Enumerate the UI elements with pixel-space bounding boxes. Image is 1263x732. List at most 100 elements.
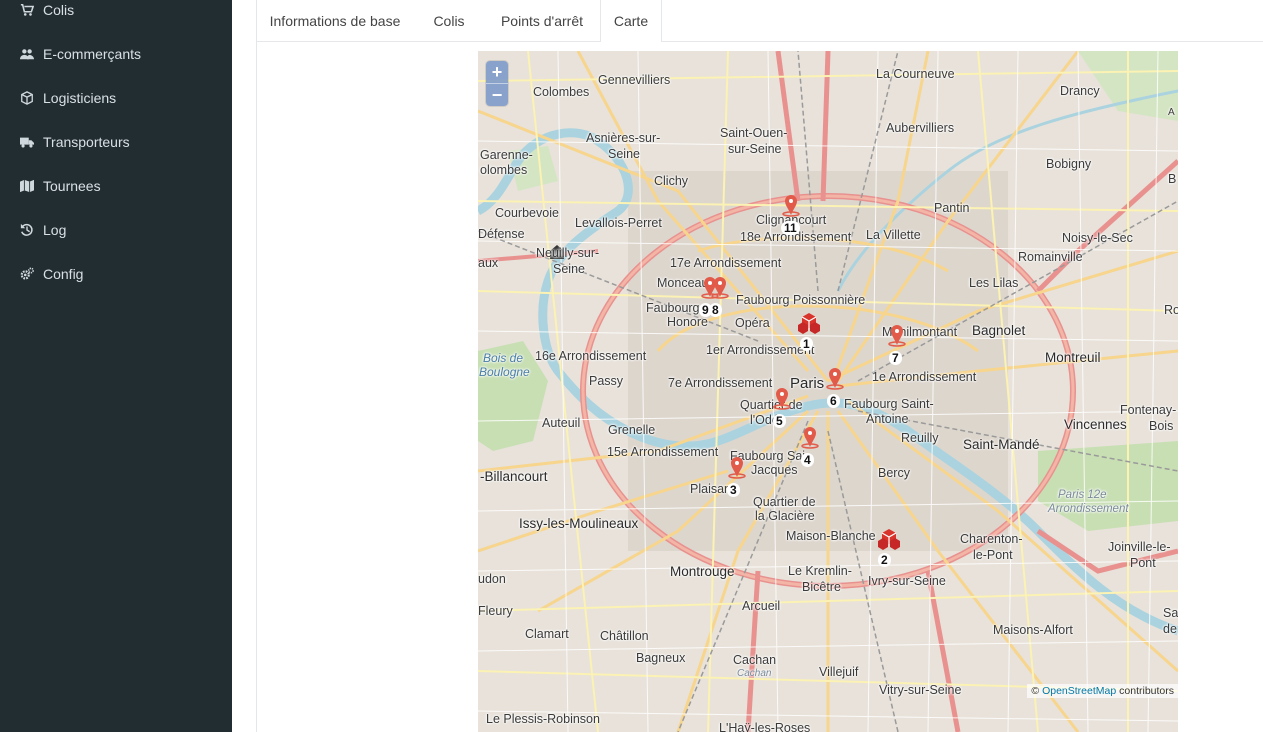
map-place-label: udon [478,572,506,586]
map-place-label: -Billancourt [480,469,548,484]
map-place-label: Garenne- [480,148,533,162]
map-place-label: Cachan [733,653,777,667]
map-place-label: le-Pont [973,548,1013,562]
map-marker-3[interactable]: 3 [724,453,754,497]
sidebar-item-log[interactable]: Log [0,210,232,250]
sidebar-item-label: Logisticiens [43,90,117,106]
map-place-label: Romainville [1018,250,1083,264]
sidebar-item-colis[interactable]: Colis [0,0,232,30]
map-marker-label: 8 [709,303,722,317]
map-pin-icon [888,325,906,347]
map-place-label: Asnières-sur- [586,131,661,145]
sidebar-item-label: Transporteurs [43,134,130,150]
map-place-label: Bagnolet [972,323,1026,338]
map-place-label: de [1163,622,1177,636]
map-place-label: Neuilly-sur- [536,246,600,260]
sidebar-item-label: Tournees [43,178,101,194]
sidebar: Colis E-commerçants Logisticiens Transpo… [0,0,232,732]
map-place-label: Le Kremlin- [788,564,852,578]
map-place-label: Les Lilas [969,276,1019,290]
map-place-label: Vincennes [1064,417,1127,432]
map-marker-1[interactable]: 1 [794,307,824,351]
map-park-label: Boulogne [479,365,530,379]
map-place-label: Cachan [737,668,772,679]
map-place-label: olombes [480,163,528,177]
map-place-label: Jacques [751,463,798,477]
cogs-icon [20,267,34,281]
map-view[interactable]: + − Gennevilliers La Courneuve Drancy Co… [478,51,1178,732]
sidebar-item-transporteurs[interactable]: Transporteurs [0,122,232,162]
truck-icon [20,135,34,149]
sidebar-item-label: Config [43,266,84,282]
map-marker-2[interactable]: 2 [874,523,904,567]
tab-colis[interactable]: Colis [413,0,485,41]
map-marker-8[interactable]: 8 [707,273,737,317]
map-marker-4[interactable]: 4 [797,423,827,467]
cart-icon [20,3,34,17]
sidebar-item-logisticiens[interactable]: Logisticiens [0,78,232,118]
map-place-label: Clamart [525,627,569,641]
map-place-label: Maisons-Alfort [993,623,1073,637]
map-place-label: Seine [608,147,640,161]
map-marker-label: 5 [773,414,786,428]
map-marker-label: 1 [800,337,813,351]
map-place-label: Bois [1149,419,1174,433]
map-pin-icon [801,427,819,449]
map-icon [20,179,34,193]
zoom-control: + − [486,61,508,106]
map-pin-icon [782,195,800,217]
map-place-label: Ivry-sur-Seine [868,574,946,588]
map-place-label: Courbevoie [495,206,559,220]
map-place-label: Le Plessis-Robinson [486,712,600,726]
sidebar-item-config[interactable]: Config [0,254,232,294]
map-place-label: Auteuil [542,416,581,430]
main-content: Informations de base Colis Points d'arrê… [232,0,1263,732]
map-place-label: Fleury [478,604,513,618]
cube-icon [20,91,34,105]
map-park-label: Bois de [483,351,524,365]
map-marker-11[interactable]: 11 [778,191,808,235]
map-place-label: Montrouge [670,564,735,579]
map-place-label: Antoine [866,412,909,426]
map-pin-icon [826,368,844,390]
map-place-label: A [1168,107,1175,118]
map-marker-5[interactable]: 5 [769,384,799,428]
map-marker-label: 2 [878,553,891,567]
map-place-label: 7e Arrondissement [668,376,773,390]
map-place-label: Bagneux [636,651,686,665]
zoom-in-button[interactable]: + [486,61,508,83]
map-place-label: Charenton- [960,532,1023,546]
map-marker-7[interactable]: 7 [884,321,914,365]
tab-informations-de-base[interactable]: Informations de base [257,0,413,41]
openstreetmap-link[interactable]: OpenStreetMap [1042,685,1116,697]
zoom-out-button[interactable]: − [486,83,508,106]
map-marker-6[interactable]: 6 [822,364,852,408]
map-place-label: 16e Arrondissement [535,349,647,363]
map-pin-icon [773,388,791,410]
map-place-label: Faubourg Saint- [844,397,934,411]
map-place-label: 15e Arrondissement [607,445,719,459]
map-place-label: Aubervilliers [886,121,955,135]
map-place-label: Bobigny [1046,157,1092,171]
warehouse-icon [878,529,900,550]
map-place-label: Joinville-le- [1108,540,1171,554]
map-place-label: Drancy [1060,84,1100,98]
sidebar-item-tournees[interactable]: Tournees [0,166,232,206]
sidebar-item-e-commercants[interactable]: E-commerçants [0,34,232,74]
map-place-label: Pantin [934,201,970,215]
map-place-label: Bercy [878,466,910,480]
map-place-label: Levallois-Perret [575,216,662,230]
map-place-label: Gennevilliers [598,73,671,87]
map-place-label: Noisy-le-Sec [1062,231,1133,245]
map-pin-icon [711,277,729,299]
map-place-label: sur-Seine [728,142,782,156]
tab-points-d-arret[interactable]: Points d'arrêt [485,0,599,41]
map-place-label: Saint-Mandé [963,437,1040,452]
map-place-label: Faubourg [646,301,700,315]
map-place-label: Passy [589,374,624,388]
map-place-label: L'Haÿ-les-Roses [719,721,811,732]
tab-carte[interactable]: Carte [600,0,662,42]
warehouse-icon [798,313,820,334]
map-place-label: Arrondissement [1048,503,1129,515]
map-place-label: Châtillon [600,629,649,643]
